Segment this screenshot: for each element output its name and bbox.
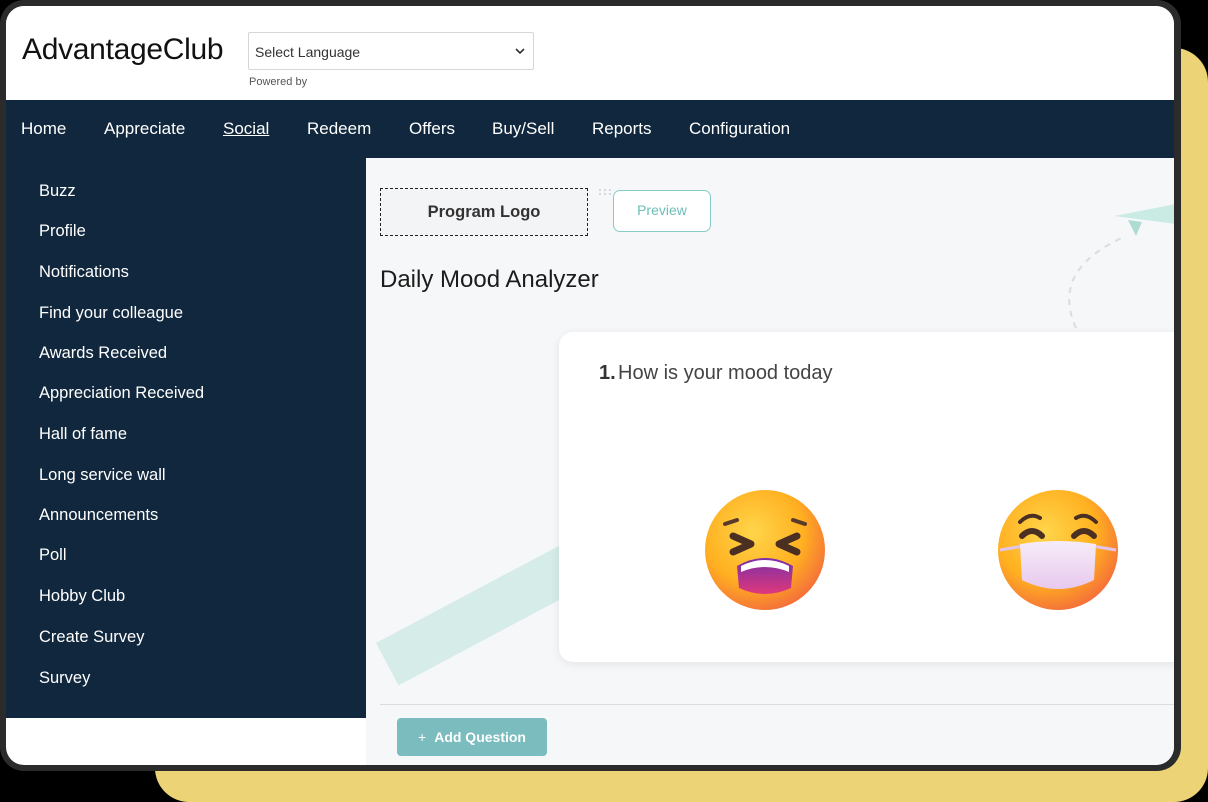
sidebar-item-profile[interactable]: Profile (39, 222, 86, 241)
program-logo-placeholder[interactable]: Program Logo (380, 188, 588, 236)
sidebar-item-find-colleague[interactable]: Find your colleague (39, 304, 183, 323)
sidebar-item-create-survey[interactable]: Create Survey (39, 628, 144, 647)
brand-logo[interactable]: AdvantageClub (22, 33, 224, 67)
nav-item-home[interactable]: Home (21, 119, 66, 139)
add-question-label: Add Question (434, 729, 526, 745)
sidebar-item-long-service-wall[interactable]: Long service wall (39, 466, 166, 485)
nav-item-configuration[interactable]: Configuration (689, 119, 790, 139)
powered-by-label: Powered by (249, 76, 308, 88)
question-text: How is your mood today (618, 362, 833, 384)
nav-item-offers[interactable]: Offers (409, 119, 455, 139)
chevron-down-icon (515, 48, 525, 55)
sidebar-item-notifications[interactable]: Notifications (39, 263, 129, 282)
sidebar-item-poll[interactable]: Poll (39, 546, 67, 565)
nav-item-redeem[interactable]: Redeem (307, 119, 371, 139)
content-divider (380, 704, 1174, 705)
nav-item-reports[interactable]: Reports (592, 119, 652, 139)
app-window: AdvantageClub Select Language Powered by… (6, 6, 1174, 765)
question-card: 1. How is your mood today (559, 332, 1174, 662)
paper-plane-icon (1068, 204, 1174, 329)
sidebar-item-hobby-club[interactable]: Hobby Club (39, 587, 125, 606)
page-title: Daily Mood Analyzer (380, 266, 599, 293)
tired-face-emoji-icon[interactable] (703, 488, 827, 612)
main-nav: Home Appreciate Social Redeem Offers Buy… (6, 100, 1174, 158)
language-select[interactable]: Select Language (248, 32, 534, 70)
sidebar-item-hall-of-fame[interactable]: Hall of fame (39, 425, 127, 444)
nav-item-buy-sell[interactable]: Buy/Sell (492, 119, 554, 139)
sidebar: Buzz Profile Notifications Find your col… (6, 158, 366, 718)
top-header: AdvantageClub Select Language Powered by (6, 6, 1174, 100)
question-number: 1. (599, 362, 616, 384)
plus-icon: + (418, 729, 427, 745)
sidebar-item-buzz[interactable]: Buzz (39, 182, 76, 201)
sidebar-item-appreciation-received[interactable]: Appreciation Received (39, 384, 204, 403)
preview-button[interactable]: Preview (613, 190, 711, 232)
sidebar-item-survey[interactable]: Survey (39, 669, 90, 688)
sidebar-item-announcements[interactable]: Announcements (39, 506, 158, 525)
add-question-button[interactable]: + Add Question (397, 718, 547, 756)
medical-mask-emoji-icon[interactable] (996, 488, 1120, 612)
nav-item-social[interactable]: Social (223, 119, 269, 139)
sidebar-item-awards-received[interactable]: Awards Received (39, 344, 167, 363)
nav-item-appreciate[interactable]: Appreciate (104, 119, 185, 139)
main-content: Program Logo Preview Daily Mood Analyzer… (366, 158, 1174, 765)
language-select-value: Select Language (255, 44, 361, 60)
